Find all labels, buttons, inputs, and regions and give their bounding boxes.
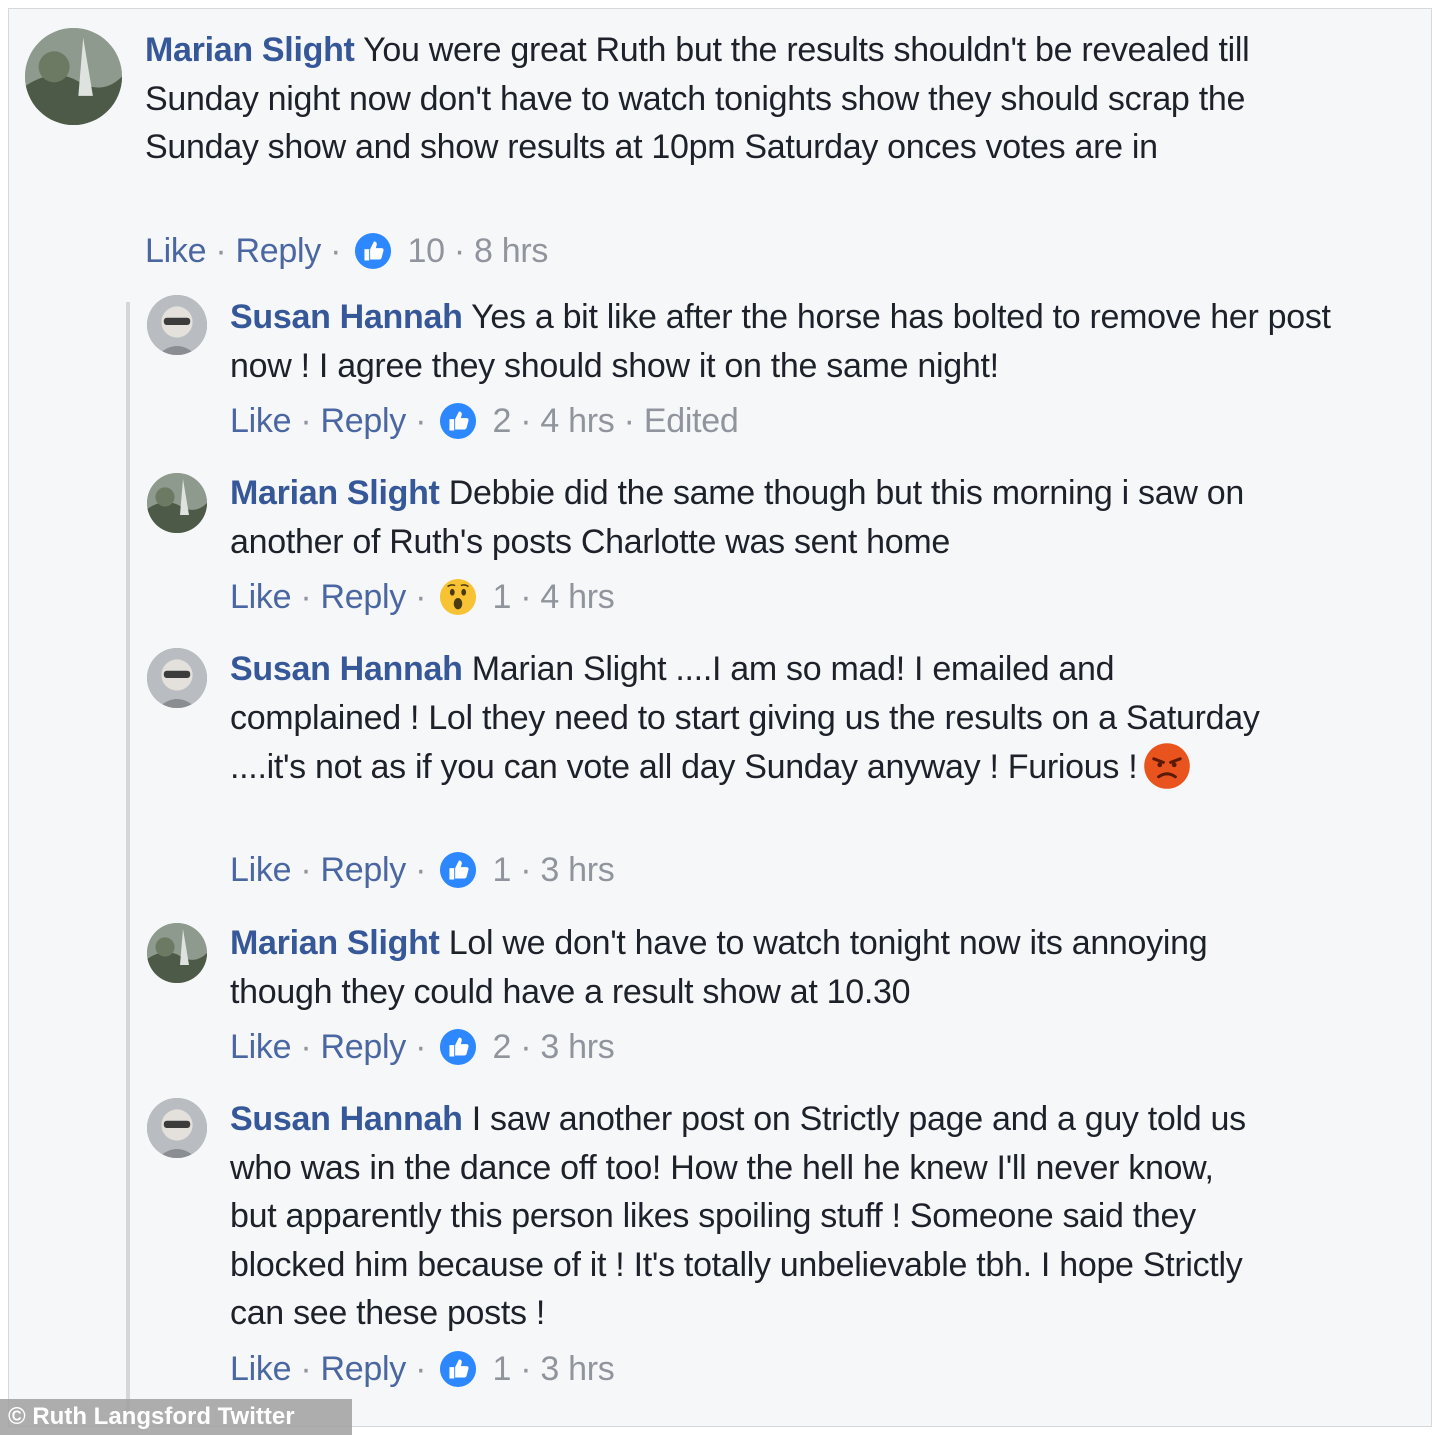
avatar[interactable] <box>147 1098 207 1158</box>
comment-author[interactable]: Susan Hannah <box>230 298 463 336</box>
separator: · <box>520 1350 532 1388</box>
avatar[interactable] <box>25 28 122 125</box>
comment-author[interactable]: Susan Hannah <box>230 1100 463 1138</box>
comment-author[interactable]: Susan Hannah <box>230 650 463 688</box>
comment-time[interactable]: 8 hrs <box>474 232 548 270</box>
separator: · <box>300 1028 312 1066</box>
separator: · <box>520 578 532 616</box>
separator: · <box>215 232 227 270</box>
reply-button[interactable]: Reply <box>321 851 407 889</box>
like-button[interactable]: Like <box>230 402 291 440</box>
avatar[interactable] <box>147 923 207 983</box>
reaction-count[interactable]: 1 <box>492 578 511 616</box>
separator: · <box>300 402 312 440</box>
separator: · <box>415 1350 427 1388</box>
comment-time[interactable]: 4 hrs <box>540 578 614 616</box>
reaction-count[interactable]: 2 <box>492 402 511 440</box>
like-button[interactable]: Like <box>230 1350 291 1388</box>
separator: · <box>330 232 342 270</box>
reaction-count[interactable]: 10 <box>407 232 445 270</box>
reaction-count[interactable]: 1 <box>492 851 511 889</box>
like-button[interactable]: Like <box>145 232 206 270</box>
wow-icon[interactable] <box>439 578 477 616</box>
separator: · <box>520 402 532 440</box>
separator: · <box>415 402 427 440</box>
like-icon[interactable] <box>439 851 477 889</box>
like-icon[interactable] <box>439 402 477 440</box>
reply-thread-line <box>126 302 130 1412</box>
like-icon[interactable] <box>439 1028 477 1066</box>
reply-button[interactable]: Reply <box>321 578 407 616</box>
comment-author[interactable]: Marian Slight <box>230 474 440 512</box>
separator: · <box>453 232 465 270</box>
comment-time[interactable]: 4 hrs <box>540 402 614 440</box>
comment-time[interactable]: 3 hrs <box>540 851 614 889</box>
separator: · <box>520 851 532 889</box>
separator: · <box>623 402 635 440</box>
separator: · <box>415 578 427 616</box>
separator: · <box>300 851 312 889</box>
separator: · <box>415 851 427 889</box>
watermark-credit: © Ruth Langsford Twitter <box>0 1399 352 1435</box>
separator: · <box>520 1028 532 1066</box>
edited-label[interactable]: Edited <box>644 402 739 440</box>
avatar[interactable] <box>147 295 207 355</box>
comment-time[interactable]: 3 hrs <box>540 1028 614 1066</box>
like-icon[interactable] <box>439 1350 477 1388</box>
reply-button[interactable]: Reply <box>321 1028 407 1066</box>
separator: · <box>300 1350 312 1388</box>
reply-button[interactable]: Reply <box>321 402 407 440</box>
comment-author[interactable]: Marian Slight <box>230 924 440 962</box>
reaction-count[interactable]: 1 <box>492 1350 511 1388</box>
like-button[interactable]: Like <box>230 578 291 616</box>
like-button[interactable]: Like <box>230 1028 291 1066</box>
like-button[interactable]: Like <box>230 851 291 889</box>
reply-button[interactable]: Reply <box>236 232 322 270</box>
reply-button[interactable]: Reply <box>321 1350 407 1388</box>
avatar[interactable] <box>147 473 207 533</box>
angry-face-icon <box>1143 742 1191 790</box>
comment-time[interactable]: 3 hrs <box>540 1350 614 1388</box>
separator: · <box>300 578 312 616</box>
avatar[interactable] <box>147 648 207 708</box>
comment-author[interactable]: Marian Slight <box>145 31 355 69</box>
like-icon[interactable] <box>354 232 392 270</box>
reaction-count[interactable]: 2 <box>492 1028 511 1066</box>
separator: · <box>415 1028 427 1066</box>
